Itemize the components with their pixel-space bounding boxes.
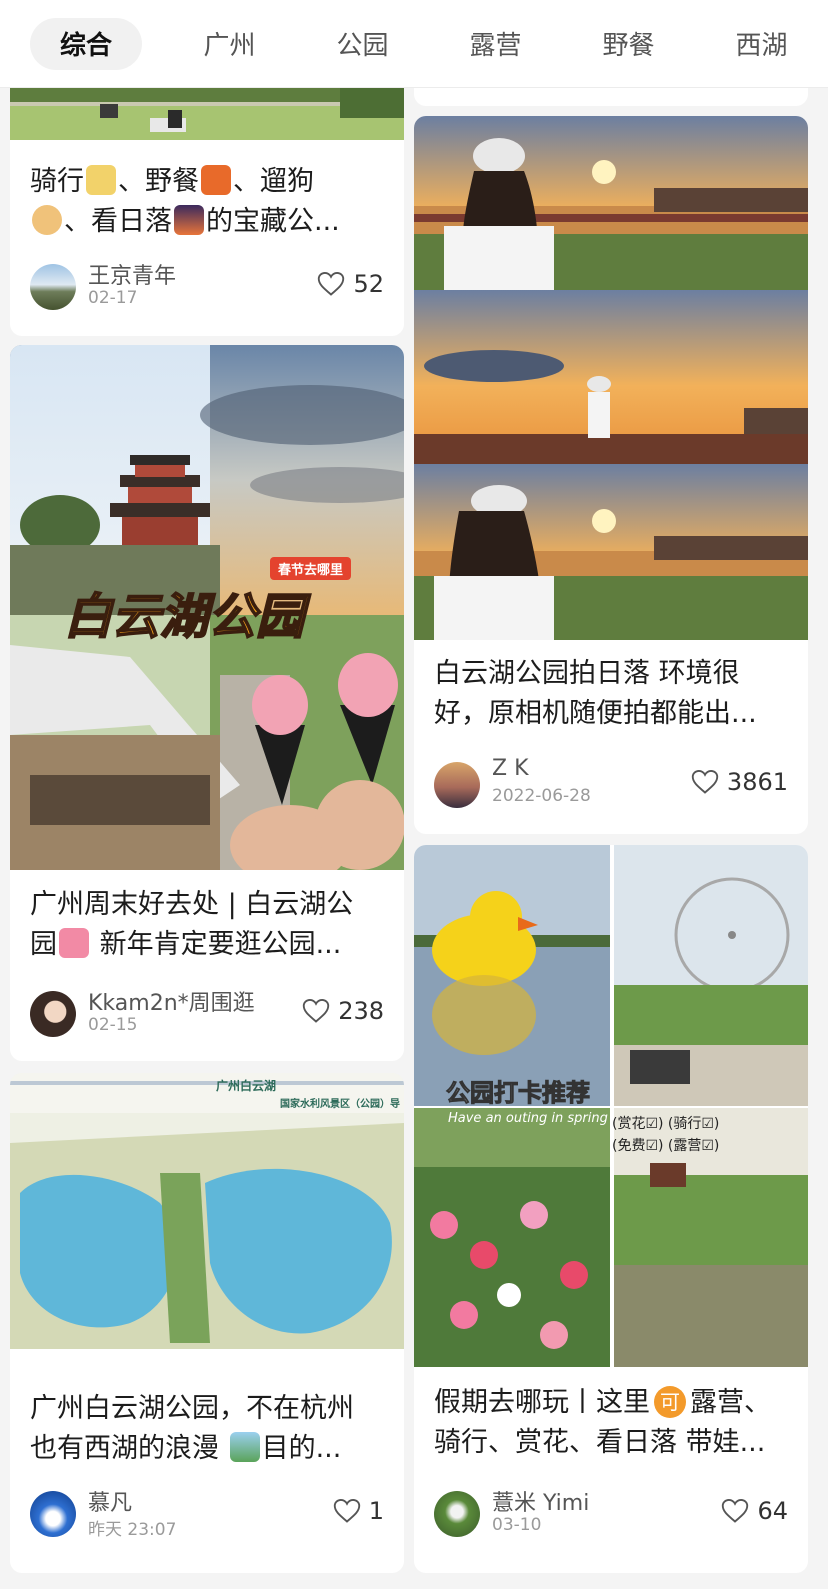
like-button[interactable]: 1 (333, 1497, 384, 1525)
like-count: 1 (368, 1497, 384, 1525)
like-count: 238 (338, 997, 384, 1025)
like-button[interactable]: 238 (302, 997, 384, 1025)
note-card[interactable]: 白云湖公园拍日落 环境很 好，原相机随便拍都能出... Z K 2022-06-… (414, 116, 808, 834)
note-title: 广州周末好去处 | 白云湖公 园 新年肯定要逛公园... (30, 889, 354, 960)
note-title: 白云湖公园拍日落 环境很 好，原相机随便拍都能出... (434, 658, 757, 729)
author-row: Z K 2022-06-28 3861 (434, 756, 788, 814)
post-date: 02-15 (88, 1015, 138, 1035)
can-badge-icon: 可 (654, 1386, 686, 1418)
heart-icon (691, 769, 719, 794)
like-count: 52 (353, 270, 384, 298)
note-card[interactable]: 春节去哪里 白云湖公园 广州周末好去处 | 白云湖公 园 新年肯定要逛公园...… (10, 345, 404, 1061)
avatar[interactable] (434, 1491, 480, 1537)
heart-icon (303, 998, 330, 1023)
cover-photo: 广州白云湖 国家水利风景区（公园）导 (10, 1073, 404, 1369)
bouquet-emoji-icon (59, 928, 89, 958)
tab-yecan[interactable]: 野餐 (562, 18, 695, 70)
cover-photo: 春节去哪里 白云湖公园 (10, 345, 404, 870)
like-count: 3861 (726, 768, 788, 796)
sunset-emoji-icon (174, 205, 204, 235)
note-card[interactable]: 广州白云湖 国家水利风景区（公园）导 广州白云湖公园，不在杭州 也有西湖的浪漫 … (10, 1073, 404, 1573)
bicycle-emoji-icon (86, 165, 116, 195)
author-row: Kkam2n*周围逛 02-15 238 (30, 991, 384, 1043)
post-date: 2022-06-28 (492, 786, 591, 806)
avatar[interactable] (434, 762, 480, 808)
author-name[interactable]: 慕凡 (88, 1485, 132, 1517)
avatar[interactable] (30, 1491, 76, 1537)
map-heading: 广州白云湖 (216, 1079, 277, 1093)
category-tab-bar: 综合 广州 公园 露营 野餐 西湖 (0, 0, 828, 88)
dog-emoji-icon (32, 205, 62, 235)
author-row: 薏米 Yimi 03-10 64 (434, 1491, 788, 1543)
note-card[interactable]: 公园打卡推荐 Have an outing in spring (赏花☑) (骑… (414, 845, 808, 1573)
note-title: 广州白云湖公园，不在杭州 也有西湖的浪漫 目的... (30, 1393, 354, 1464)
avatar[interactable] (30, 991, 76, 1037)
note-card-remnant[interactable] (414, 88, 808, 106)
like-count: 64 (757, 1497, 788, 1525)
overlay-tags-row1: (赏花☑) (骑行☑) (612, 1116, 720, 1132)
heart-icon (722, 1498, 749, 1523)
overlay-title: 白云湖公园 (63, 588, 305, 646)
tent-emoji-icon (201, 165, 231, 195)
note-title: 假期去哪玩丨这里可露营、 骑行、赏花、看日落 带娃... (434, 1386, 771, 1458)
author-row: 慕凡 昨天 23:07 1 (30, 1491, 384, 1543)
post-date: 昨天 23:07 (88, 1520, 177, 1540)
tab-luying[interactable]: 露营 (429, 18, 562, 70)
overlay-tags-row2: (免费☑) (露营☑) (612, 1138, 720, 1154)
author-name[interactable]: Z K (492, 756, 529, 781)
note-title: 骑行 、野餐 、遛狗 、看日落 的宝藏公... (30, 165, 340, 237)
author-row: 王京青年 02-17 52 (30, 264, 384, 316)
overlay-title: 公园打卡推荐 (446, 1079, 591, 1108)
avatar[interactable] (30, 264, 76, 310)
like-button[interactable]: 64 (721, 1497, 788, 1525)
tab-zonghe[interactable]: 综合 (30, 17, 142, 70)
heart-icon (318, 271, 345, 296)
like-button[interactable]: 52 (317, 270, 384, 298)
overlay-subtitle: Have an outing in spring (448, 1111, 608, 1126)
like-button[interactable]: 3861 (691, 768, 788, 796)
heart-icon (333, 1498, 360, 1523)
tab-xihu[interactable]: 西湖 (695, 18, 828, 70)
author-name[interactable]: Kkam2n*周围逛 (88, 985, 255, 1017)
tab-gongyuan[interactable]: 公园 (296, 18, 429, 70)
post-date: 03-10 (492, 1515, 542, 1535)
post-date: 02-17 (88, 288, 138, 308)
landscape-emoji-icon (229, 1432, 260, 1462)
tab-guangzhou[interactable]: 广州 (163, 18, 296, 70)
note-card[interactable]: 骑行 、野餐 、遛狗 、看日落 的宝藏公... 王京青年 02-17 52 (10, 88, 404, 336)
author-name[interactable]: 王京青年 (88, 258, 176, 290)
cover-photo: 公园打卡推荐 Have an outing in spring (赏花☑) (骑… (414, 845, 808, 1367)
cover-photo (10, 88, 404, 140)
map-subheading: 国家水利风景区（公园）导 (280, 1099, 400, 1110)
author-name[interactable]: 薏米 Yimi (492, 1485, 589, 1517)
cover-photo (414, 116, 808, 640)
